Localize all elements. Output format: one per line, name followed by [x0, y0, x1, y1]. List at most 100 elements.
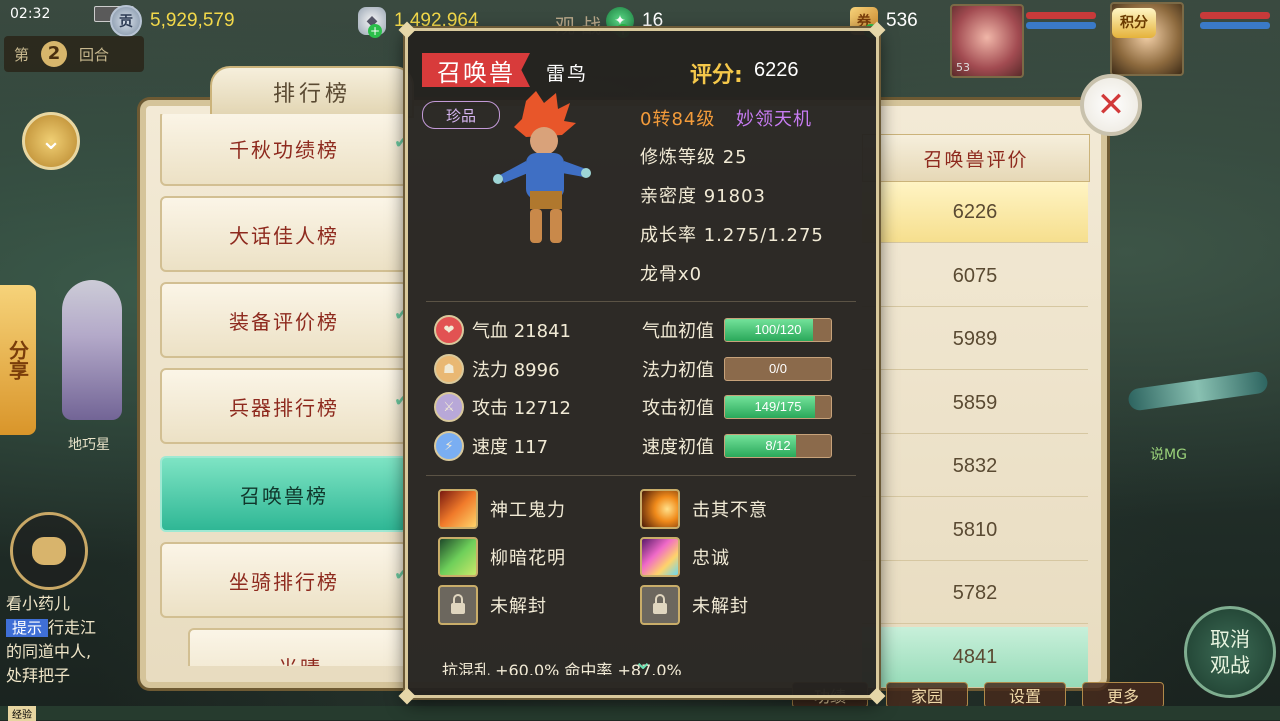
willow-icon: [438, 537, 478, 577]
pet-growth: 成长率 1.275/1.275: [640, 225, 824, 246]
score-cell: 4841: [862, 627, 1088, 688]
divider: [426, 301, 856, 302]
exp-bar: [0, 706, 1280, 720]
round-prefix: 第: [14, 45, 30, 64]
collapse-button[interactable]: ⌄: [22, 112, 80, 170]
pet-level: 0转84级: [640, 109, 716, 130]
stat-value: 气血 21841: [472, 321, 571, 342]
ally-hp-bar: [1026, 12, 1096, 19]
pet-figure: [493, 91, 591, 243]
pet-detail-card: 召唤兽 雷鸟 评分: 6226 珍品 0转84级 妙领天机 修炼等级 25 亲密…: [398, 21, 886, 705]
stat-row: ☗ 法力 8996: [434, 354, 560, 384]
points-button[interactable]: 积分: [1112, 8, 1156, 38]
aptitude-bar: 8/12: [724, 434, 832, 458]
player-mp-bar: [1200, 22, 1270, 29]
stat-value: 速度 117: [472, 437, 549, 458]
close-button[interactable]: ✕: [1080, 74, 1142, 136]
sword-icon: ⚔: [434, 392, 464, 422]
aptitude-label: 速度初值: [642, 437, 714, 458]
category-item[interactable]: 装备评价榜 ✔: [160, 282, 408, 358]
share-button[interactable]: 分享: [0, 285, 36, 435]
aptitude-bar-text: 0/0: [768, 361, 788, 376]
aptitude-row: 攻击初值 149/175: [642, 392, 832, 422]
column-header-pet-score: 召唤兽评价: [862, 134, 1090, 182]
rainbow-slash-icon: [640, 537, 680, 577]
menu-home-button[interactable]: 家园: [886, 682, 968, 708]
category-item[interactable]: 光晴: [188, 628, 408, 666]
pet-dragon-bone: 龙骨x0: [640, 264, 703, 285]
category-item[interactable]: 大话佳人榜: [160, 196, 408, 272]
category-item[interactable]: 千秋功绩榜 ✔: [160, 114, 408, 186]
aptitude-label: 法力初值: [642, 360, 714, 381]
skill-slot-locked[interactable]: 未解封: [438, 585, 547, 625]
npc-character[interactable]: [62, 280, 122, 420]
currency-ticket-value: 536: [886, 10, 918, 31]
chat-line: 处拜把子: [6, 666, 71, 685]
chat-line: 看小药儿: [6, 594, 71, 613]
close-icon: ✕: [1096, 85, 1126, 125]
skill-slot-locked[interactable]: 未解封: [640, 585, 749, 625]
category-item[interactable]: 坐骑排行榜 ✔: [160, 542, 408, 618]
lock-icon: [640, 585, 680, 625]
score-label: 评分:: [690, 63, 743, 88]
chevron-down-icon: ⌄: [40, 126, 62, 156]
aptitude-bar-text: 8/12: [765, 438, 791, 453]
category-item[interactable]: 兵器排行榜 ✔: [160, 368, 408, 444]
aptitude-bar: 0/0: [724, 357, 832, 381]
skill-slot[interactable]: 击其不意: [640, 489, 768, 529]
ranking-title-tab: 排行榜: [210, 66, 414, 118]
chat-icon: [32, 537, 66, 565]
menu-settings-button[interactable]: 设置: [984, 682, 1066, 708]
summon-beast-tag: 召唤兽: [422, 53, 530, 87]
currency-gong[interactable]: 贡 5,929,579: [110, 5, 235, 37]
round-counter: 第 2 回合: [4, 36, 144, 72]
slash-arc-icon: [640, 489, 680, 529]
aptitude-label: 攻击初值: [642, 398, 714, 419]
tip-badge: 提示: [6, 619, 49, 637]
chat-line: 的同道中人,: [6, 642, 92, 661]
aptitude-bar: 100/120: [724, 318, 832, 342]
currency-gong-value: 5,929,579: [150, 10, 235, 31]
score-cell: 5989: [862, 309, 1088, 370]
stat-row: ❤ 气血 21841: [434, 315, 571, 345]
aptitude-bar: 149/175: [724, 395, 832, 419]
skill-slot[interactable]: 柳暗花明: [438, 537, 566, 577]
stat-row: ⚔ 攻击 12712: [434, 392, 571, 422]
aptitude-row: 气血初值 100/120: [642, 315, 832, 345]
portrait-level: 53: [956, 61, 970, 74]
flame-fist-icon: [438, 489, 478, 529]
round-suffix: 回合: [79, 45, 110, 64]
aptitude-label: 气血初值: [642, 321, 714, 342]
score-cell: 5782: [862, 563, 1088, 624]
gong-coin-icon: 贡: [110, 5, 142, 37]
score-cell: 5859: [862, 373, 1088, 434]
divider: [426, 475, 856, 476]
skill-slot[interactable]: 忠诚: [640, 537, 730, 577]
lightning-icon: ⚡: [434, 431, 464, 461]
clock: 02:32: [10, 6, 51, 22]
add-silver-button[interactable]: +: [368, 24, 382, 38]
menu-more-button[interactable]: 更多: [1082, 682, 1164, 708]
stat-value: 攻击 12712: [472, 398, 571, 419]
chevron-down-icon[interactable]: ⌄: [626, 647, 660, 675]
skill-slot[interactable]: 神工鬼力: [438, 489, 566, 529]
category-item-active[interactable]: 召唤兽榜: [160, 456, 408, 532]
character-name-label: 说MG: [1150, 447, 1187, 463]
score-cell: 6226: [862, 182, 1088, 243]
chat-button[interactable]: [10, 512, 88, 590]
ally-mp-bar: [1026, 22, 1096, 29]
ranking-category-list: 千秋功绩榜✔ 大话佳人榜 装备评价榜✔ 兵器排行榜✔ 召唤兽榜 坐骑排行榜✔ 光…: [158, 114, 408, 666]
mana-icon: ☗: [434, 354, 464, 384]
round-number: 2: [41, 41, 68, 67]
cancel-watch-button[interactable]: 取消 观战: [1184, 606, 1276, 698]
score-value: 6226: [754, 59, 799, 81]
ally-portrait[interactable]: 53: [950, 4, 1024, 78]
chat-log[interactable]: 看小药儿 提示 行走江 的同道中人, 处拜把子: [6, 592, 136, 688]
aptitude-bar-text: 100/120: [754, 322, 802, 337]
heart-icon: ❤: [434, 315, 464, 345]
lock-icon: [438, 585, 478, 625]
score-cell: 6075: [862, 246, 1088, 307]
pet-cultivation: 修炼等级 25: [640, 147, 748, 168]
score-cell: 5832: [862, 436, 1088, 497]
score-cell: 5810: [862, 500, 1088, 561]
